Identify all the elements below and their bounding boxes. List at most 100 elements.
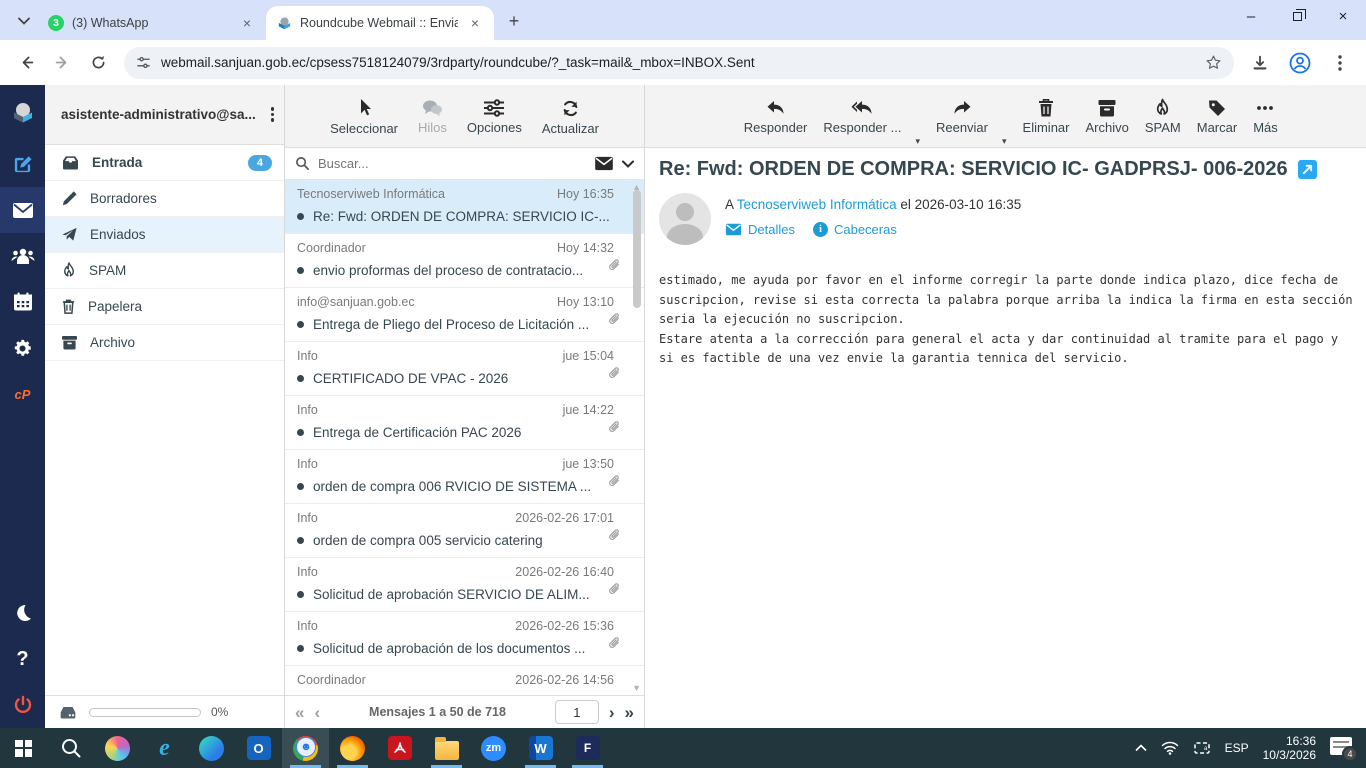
open-in-new-window-icon[interactable] [1297, 160, 1317, 179]
sidebar-item-spam[interactable]: SPAM [45, 253, 284, 289]
file-explorer-button[interactable] [423, 728, 470, 768]
start-button[interactable] [0, 728, 47, 768]
forward-icon[interactable] [46, 47, 78, 79]
edge-button[interactable] [188, 728, 235, 768]
tab-search-icon[interactable] [10, 7, 38, 35]
message-row[interactable]: Info 2026-02-26 15:36 Solicitud de aproba… [285, 612, 644, 666]
chrome-button[interactable]: ☻ [282, 728, 329, 768]
tab-whatsapp[interactable]: 3 (3) WhatsApp × [38, 6, 266, 40]
archive-button[interactable]: Archivo [1086, 98, 1129, 134]
acrobat-button[interactable] [376, 728, 423, 768]
notification-center-icon[interactable]: 4 [1330, 737, 1358, 762]
restore-button[interactable] [1274, 0, 1320, 32]
first-page-icon[interactable]: « [295, 704, 304, 721]
internet-explorer-button[interactable]: e [141, 728, 188, 768]
unread-dot [297, 267, 304, 274]
options-button[interactable]: Opciones [467, 98, 522, 134]
message-row[interactable]: Coordinador Hoy 14:32 envio proformas del… [285, 234, 644, 288]
tab-roundcube[interactable]: Roundcube Webmail :: Enviado × [266, 6, 494, 40]
spam-button[interactable]: SPAM [1145, 98, 1181, 134]
wifi-icon[interactable] [1161, 741, 1179, 755]
message-row[interactable]: info@sanjuan.gob.ec Hoy 13:10 Entrega de … [285, 288, 644, 342]
details-toggle[interactable]: Detalles [725, 222, 795, 237]
list-scrollbar[interactable]: ▲ ▼ [630, 180, 644, 695]
threads-button[interactable]: Hilos [418, 98, 447, 134]
scroll-down-icon[interactable]: ▼ [632, 683, 641, 693]
forward-menu-icon[interactable]: ▾ [1002, 136, 1007, 147]
sidebar-item-entrada[interactable]: Entrada 4 [45, 145, 284, 181]
unread-dot [297, 591, 304, 598]
settings-gear-icon[interactable] [0, 325, 45, 371]
reply-button[interactable]: Responder [744, 98, 807, 134]
mail-icon[interactable] [0, 187, 45, 233]
more-button[interactable]: Más [1253, 98, 1278, 134]
logout-power-icon[interactable] [0, 682, 45, 728]
minimize-button[interactable]: – [1228, 0, 1274, 32]
message-row[interactable]: Info jue 13:50 orden de compra 006 RVICIO… [285, 450, 644, 504]
tray-expand-chevron-icon[interactable] [1135, 744, 1147, 752]
refresh-button[interactable]: Actualizar [542, 98, 599, 135]
back-icon[interactable] [10, 47, 42, 79]
dark-mode-moon-icon[interactable] [0, 590, 45, 636]
firefox-button[interactable] [329, 728, 376, 768]
unread-dot [297, 375, 304, 382]
browser-menu-icon[interactable] [1324, 47, 1356, 79]
delete-button[interactable]: Eliminar [1023, 98, 1070, 134]
url-text[interactable]: webmail.sanjuan.gob.ec/cpsess7518124079/… [161, 55, 1195, 70]
message-row[interactable]: Info jue 15:04 CERTIFICADO DE VPAC - 2026 [285, 342, 644, 396]
outlook-button[interactable]: O [235, 728, 282, 768]
account-menu-icon[interactable] [270, 107, 274, 122]
word-button[interactable]: W [517, 728, 564, 768]
bookmark-star-icon[interactable] [1205, 54, 1222, 71]
browser-toolbar: webmail.sanjuan.gob.ec/cpsess7518124079/… [0, 40, 1366, 85]
display-tray-icon[interactable]: a [1193, 741, 1211, 755]
language-indicator[interactable]: ESP [1225, 741, 1249, 755]
page-number-input[interactable]: 1 [554, 700, 599, 724]
select-button[interactable]: Seleccionar [330, 97, 398, 135]
notification-badge: 4 [1342, 746, 1358, 762]
sidebar-item-papelera[interactable]: Papelera [45, 289, 284, 325]
roundcube-logo-icon[interactable] [0, 85, 45, 141]
forward-button[interactable]: Reenviar [936, 98, 988, 134]
close-button[interactable]: × [1320, 0, 1366, 32]
search-scope-mail-icon[interactable] [594, 156, 614, 171]
message-row[interactable]: Coordinador 2026-02-26 14:56 [285, 666, 644, 695]
recipient-link[interactable]: Tecnoserviweb Informática [737, 197, 897, 212]
new-tab-button[interactable]: + [500, 7, 528, 35]
taskbar-search-button[interactable] [47, 728, 94, 768]
profile-icon[interactable] [1284, 47, 1316, 79]
mark-button[interactable]: Marcar [1197, 98, 1237, 134]
headers-toggle[interactable]: i Cabeceras [812, 222, 897, 237]
message-row[interactable]: Tecnoserviweb Informática Hoy 16:35 Re: F… [285, 180, 644, 234]
sidebar-item-borradores[interactable]: Borradores [45, 181, 284, 217]
message-row[interactable]: Info 2026-02-26 17:01 orden de compra 005… [285, 504, 644, 558]
search-input[interactable] [318, 156, 586, 171]
last-page-icon[interactable]: » [625, 704, 634, 721]
files-app-button[interactable]: F [564, 728, 611, 768]
message-row[interactable]: Info 2026-02-26 16:40 Solicitud de aproba… [285, 558, 644, 612]
pagination-label: Mensajes 1 a 50 de 718 [369, 705, 506, 719]
prev-page-icon[interactable]: ‹ [314, 704, 320, 721]
cpanel-icon[interactable]: cP [0, 371, 45, 417]
reply-all-menu-icon[interactable]: ▾ [915, 136, 920, 147]
contacts-icon[interactable] [0, 233, 45, 279]
sidebar-item-enviados[interactable]: Enviados [45, 217, 284, 253]
copilot-button[interactable] [94, 728, 141, 768]
reply-all-button[interactable]: Responder ... [823, 98, 901, 134]
zoom-button[interactable]: zm [470, 728, 517, 768]
reload-icon[interactable] [82, 47, 114, 79]
compose-icon[interactable] [0, 141, 45, 187]
message-row[interactable]: Info jue 14:22 Entrega de Certificación P… [285, 396, 644, 450]
scroll-thumb[interactable] [633, 190, 641, 308]
help-icon[interactable]: ? [0, 636, 45, 682]
mail-view-panel: Responder Responder ... ▾ Reenviar ▾ Eli… [645, 85, 1366, 728]
url-bar[interactable]: webmail.sanjuan.gob.ec/cpsess7518124079/… [124, 46, 1234, 79]
search-options-chevron-icon[interactable] [622, 160, 634, 168]
tab-close-icon[interactable]: × [466, 14, 484, 32]
sidebar-item-archivo[interactable]: Archivo [45, 325, 284, 361]
download-icon[interactable] [1244, 47, 1276, 79]
next-page-icon[interactable]: › [609, 704, 615, 721]
tab-close-icon[interactable]: × [238, 14, 256, 32]
taskbar-clock[interactable]: 16:36 10/3/2026 [1263, 734, 1316, 762]
calendar-icon[interactable] [0, 279, 45, 325]
